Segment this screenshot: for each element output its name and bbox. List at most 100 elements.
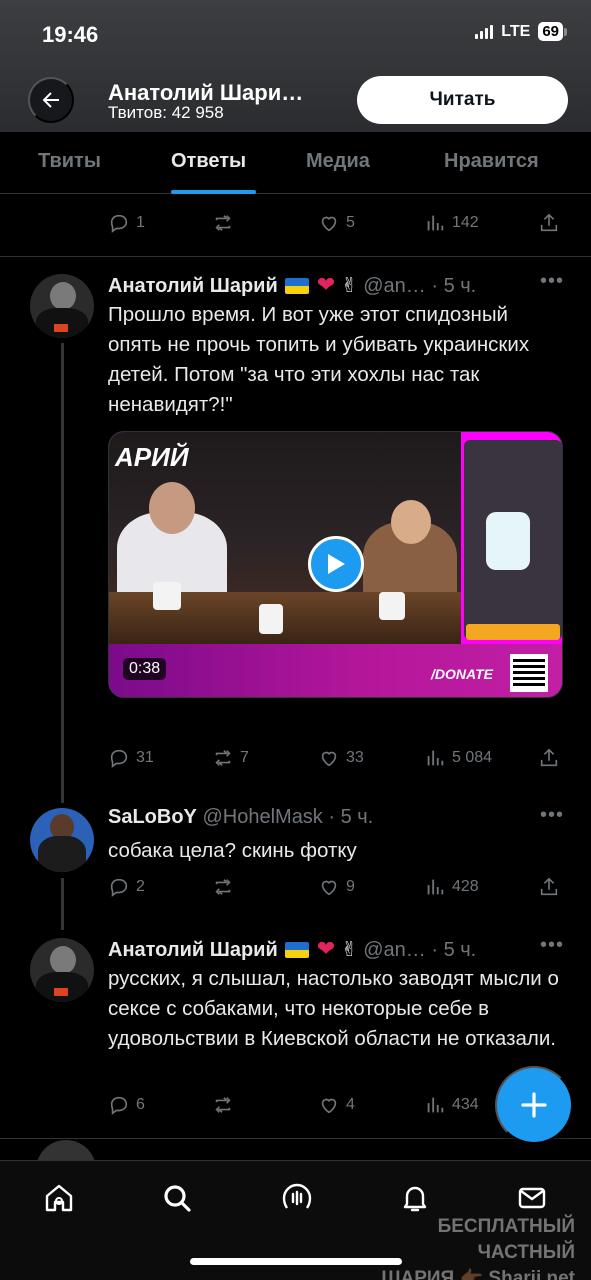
retweet-button[interactable] (212, 1094, 240, 1116)
nav-search[interactable] (160, 1181, 194, 1215)
like-button[interactable]: 5 (318, 212, 355, 234)
nav-messages[interactable] (515, 1181, 549, 1215)
views-count: 428 (452, 878, 479, 895)
victory-hand-icon: ✌ (340, 275, 358, 297)
back-button[interactable] (28, 77, 74, 123)
tweet-header: SaLoBoY @HohelMask · 5 ч. (108, 806, 373, 829)
share-button[interactable] (538, 876, 560, 898)
like-button[interactable]: 33 (318, 747, 364, 769)
compose-button[interactable] (495, 1066, 573, 1144)
views-icon (427, 215, 444, 231)
avatar[interactable] (30, 808, 94, 872)
tweet-header: Анатолий Шарий ❤ ✌ @an… · 5 ч. (108, 272, 476, 298)
like-icon (321, 1098, 337, 1114)
signal-icon (475, 24, 494, 39)
views-icon (427, 1097, 444, 1113)
views-button[interactable]: 434 (424, 1094, 479, 1116)
video-banner (109, 644, 562, 697)
like-button[interactable]: 4 (318, 1094, 355, 1116)
more-options-button[interactable]: ••• (540, 270, 564, 293)
play-button[interactable] (308, 536, 364, 592)
battery-icon: 69 (538, 22, 567, 41)
views-button[interactable]: 5 084 (424, 747, 492, 769)
battery-level: 69 (538, 22, 563, 41)
avatar[interactable] (30, 274, 94, 338)
retweet-icon (215, 879, 231, 895)
play-icon (328, 554, 345, 574)
retweet-icon (215, 750, 231, 766)
tab-media[interactable]: Медиа (306, 150, 370, 173)
reply-icon (110, 1096, 128, 1115)
nav-spaces[interactable] (280, 1181, 314, 1215)
like-icon (321, 216, 337, 232)
ukraine-flag-icon (285, 942, 310, 958)
divider (0, 256, 591, 257)
share-icon (540, 748, 558, 767)
profile-header: 19:46 LTE 69 Анатолий Шари… Твитов: 42 9… (0, 0, 591, 132)
video-chat-panel (464, 440, 562, 640)
like-count: 33 (346, 749, 364, 766)
tab-replies[interactable]: Ответы (171, 150, 246, 173)
like-count: 9 (346, 878, 355, 895)
author-name[interactable]: Анатолий Шарий (108, 939, 278, 961)
notifications-icon (403, 1186, 427, 1212)
reply-count: 6 (136, 1096, 145, 1113)
reply-button[interactable]: 31 (108, 747, 154, 769)
home-indicator[interactable] (190, 1258, 402, 1265)
author-handle[interactable]: @an… (363, 939, 426, 961)
views-count: 5 084 (452, 749, 493, 766)
avatar[interactable] (30, 938, 94, 1002)
like-icon (321, 880, 337, 896)
retweet-button[interactable] (212, 876, 240, 898)
nav-home[interactable] (42, 1181, 76, 1215)
views-icon (427, 750, 444, 766)
author-handle[interactable]: @HohelMask (202, 806, 322, 828)
qr-code (510, 654, 548, 692)
status-indicators: LTE 69 (475, 22, 567, 41)
retweet-icon (215, 1097, 231, 1113)
reply-button[interactable]: 1 (108, 212, 145, 234)
profile-tabs: Твиты Ответы Медиа Нравится (0, 132, 591, 194)
tweet-actions: 2 9 428 (108, 876, 563, 904)
views-count: 434 (452, 1096, 479, 1113)
tweet-video[interactable]: АРИЙ /DONATE 0:38 (108, 431, 563, 698)
author-name[interactable]: SaLoBoY (108, 806, 197, 828)
tab-likes[interactable]: Нравится (444, 150, 539, 173)
more-options-button[interactable]: ••• (540, 804, 564, 827)
views-button[interactable]: 428 (424, 876, 479, 898)
reply-icon (110, 214, 128, 233)
tab-tweets[interactable]: Твиты (38, 150, 101, 173)
retweet-button[interactable]: 7 (212, 747, 249, 769)
reply-count: 31 (136, 749, 154, 766)
nav-notifications[interactable] (398, 1181, 432, 1215)
more-options-button[interactable]: ••• (540, 934, 564, 957)
thread-line (61, 878, 64, 930)
share-icon (540, 877, 558, 896)
divider (0, 1138, 591, 1139)
share-button[interactable] (538, 747, 560, 769)
reply-button[interactable]: 6 (108, 1094, 145, 1116)
watermark: БЕСПЛАТНЫЙ ЧАСТНЫЙ ШАРИЯ 👉🏾 Sharij.net (360, 1214, 575, 1280)
tweet-text: Прошло время. И вот уже этот спидозный о… (108, 303, 530, 416)
like-icon (321, 751, 337, 767)
views-count: 142 (452, 214, 479, 231)
follow-button[interactable]: Читать (357, 76, 568, 124)
author-name[interactable]: Анатолий Шарий (108, 275, 278, 297)
reply-button[interactable]: 2 (108, 876, 145, 898)
views-icon (427, 879, 444, 895)
views-button[interactable]: 142 (424, 212, 479, 234)
network-type: LTE (501, 22, 531, 40)
active-tab-indicator (171, 190, 256, 194)
tweet-text: собака цела? скинь фотку (108, 839, 357, 862)
like-button[interactable]: 9 (318, 876, 355, 898)
reply-count: 2 (136, 878, 145, 895)
retweet-button[interactable] (212, 212, 240, 234)
reply-count: 1 (136, 214, 145, 231)
back-arrow-icon (42, 92, 59, 108)
thread-line (61, 343, 64, 803)
author-handle[interactable]: @an… (363, 275, 426, 297)
red-heart-icon: ❤ (316, 936, 336, 961)
messages-icon (518, 1187, 546, 1209)
share-button[interactable] (538, 212, 560, 234)
compose-icon (521, 1092, 547, 1118)
